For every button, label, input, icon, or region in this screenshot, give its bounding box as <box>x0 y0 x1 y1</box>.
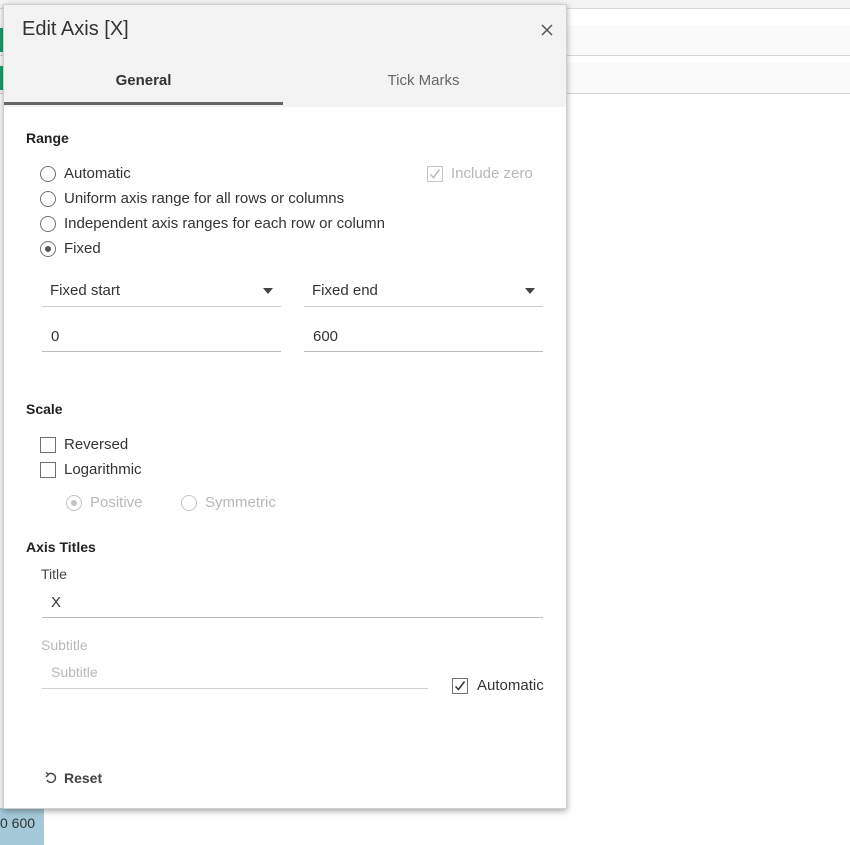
subtitle-placeholder: Subtitle <box>51 664 98 680</box>
close-icon[interactable] <box>538 21 556 39</box>
tab-general[interactable]: General <box>4 61 283 107</box>
background-axis-label: 0 600 <box>0 808 44 845</box>
include-zero-checkbox[interactable] <box>427 166 443 182</box>
checkmark-icon <box>454 681 466 691</box>
fixed-end-dropdown[interactable]: Fixed end <box>304 274 543 307</box>
active-tab-indicator <box>4 102 283 105</box>
radio-automatic[interactable] <box>40 166 56 182</box>
title-input-value: X <box>51 594 62 611</box>
radio-symmetric[interactable] <box>181 495 197 511</box>
chevron-down-icon <box>525 288 535 294</box>
subtitle-input[interactable]: Subtitle <box>42 656 428 689</box>
fixed-start-input[interactable]: 0 <box>42 319 281 352</box>
checkmark-icon <box>429 169 441 179</box>
tab-tick-marks[interactable]: Tick Marks <box>284 61 563 107</box>
fixed-start-value: 0 <box>51 328 60 345</box>
range-section-title: Range <box>26 130 69 146</box>
reversed-checkbox[interactable] <box>40 437 56 453</box>
radio-independent-ranges[interactable] <box>40 216 56 232</box>
automatic-subtitle-checkbox[interactable] <box>452 678 468 694</box>
radio-fixed[interactable] <box>40 241 56 257</box>
radio-positive[interactable] <box>66 495 82 511</box>
radio-fixed-label: Fixed <box>64 240 101 257</box>
fixed-end-value: 600 <box>313 328 339 345</box>
radio-positive-label: Positive <box>90 494 143 511</box>
include-zero-label: Include zero <box>451 165 533 182</box>
reversed-label: Reversed <box>64 436 129 453</box>
fixed-end-dropdown-value: Fixed end <box>312 282 378 299</box>
dialog-title: Edit Axis [X] <box>22 18 129 40</box>
chevron-down-icon <box>263 288 273 294</box>
fixed-end-input[interactable]: 600 <box>304 319 543 352</box>
edit-axis-dialog: Edit Axis [X] General Tick Marks Range A… <box>3 4 567 809</box>
undo-icon <box>45 771 57 784</box>
axis-titles-section-title: Axis Titles <box>26 539 96 555</box>
automatic-subtitle-label: Automatic <box>477 677 544 694</box>
radio-uniform-range[interactable] <box>40 191 56 207</box>
logarithmic-label: Logarithmic <box>64 461 142 478</box>
radio-independent-ranges-label: Independent axis ranges for each row or … <box>64 215 386 232</box>
radio-uniform-range-label: Uniform axis range for all rows or colum… <box>64 190 345 207</box>
fixed-start-dropdown[interactable]: Fixed start <box>42 274 281 307</box>
subtitle-field-label: Subtitle <box>41 637 88 653</box>
scale-section-title: Scale <box>26 401 63 417</box>
title-field-label: Title <box>41 566 67 582</box>
reset-label: Reset <box>64 770 103 786</box>
logarithmic-checkbox[interactable] <box>40 462 56 478</box>
radio-automatic-label: Automatic <box>64 165 131 182</box>
radio-symmetric-label: Symmetric <box>205 494 276 511</box>
dialog-header: Edit Axis [X] General Tick Marks <box>4 5 566 107</box>
title-input[interactable]: X <box>42 585 543 618</box>
fixed-start-dropdown-value: Fixed start <box>50 282 121 299</box>
